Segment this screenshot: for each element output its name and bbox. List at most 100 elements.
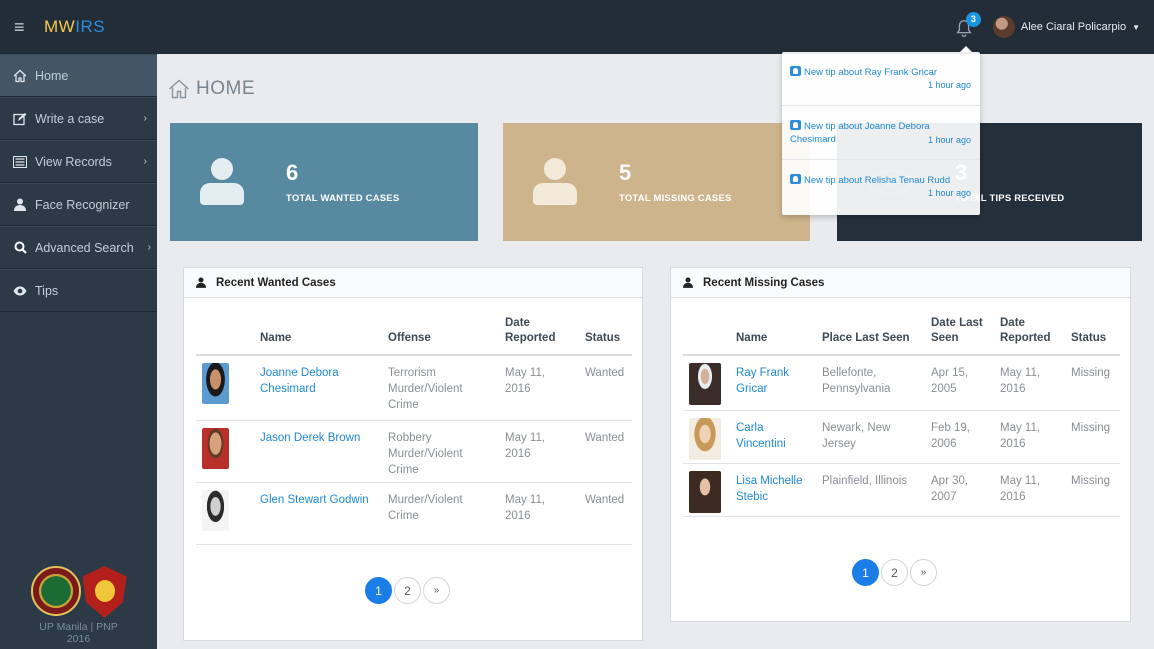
case-status: Wanted bbox=[579, 355, 632, 421]
table-header-row: Name Place Last Seen Date Last Seen Date… bbox=[683, 316, 1120, 356]
notification-item[interactable]: New tip about Joanne Debora Chesimard 1 … bbox=[782, 106, 980, 160]
case-offense: Terrorism Murder/Violent Crime bbox=[382, 355, 499, 421]
notification-text: New tip about Joanne Debora Chesimard bbox=[790, 121, 930, 145]
case-date-last-seen: Apr 15, 2005 bbox=[925, 355, 994, 411]
table-row[interactable]: Lisa Michelle Stebic Plainfield, Illinoi… bbox=[683, 463, 1120, 517]
column-header-status[interactable]: Status bbox=[1065, 316, 1120, 356]
sidebar-item-view-records[interactable]: View Records › bbox=[0, 140, 157, 183]
sidebar-item-write-a-case[interactable]: Write a case › bbox=[0, 97, 157, 140]
sidebar-item-label: Home bbox=[35, 68, 69, 83]
table-row[interactable]: Joanne Debora Chesimard Terrorism Murder… bbox=[196, 355, 632, 421]
case-name-link[interactable]: Joanne Debora Chesimard bbox=[254, 355, 382, 421]
panel-title: Recent Missing Cases bbox=[703, 276, 825, 289]
user-name[interactable]: Alee Ciaral Policarpio bbox=[1021, 21, 1126, 33]
column-header-offense[interactable]: Offense bbox=[382, 316, 499, 356]
page-button-2[interactable]: 2 bbox=[394, 577, 421, 604]
user-avatar[interactable] bbox=[992, 16, 1015, 38]
caret-down-icon[interactable]: ▼ bbox=[1132, 23, 1140, 32]
notification-item[interactable]: New tip about Ray Frank Gricar 1 hour ag… bbox=[782, 52, 980, 106]
case-name-link[interactable]: Jason Derek Brown bbox=[254, 420, 382, 483]
column-header-status[interactable]: Status bbox=[579, 316, 632, 356]
sidebar-item-home[interactable]: Home bbox=[0, 54, 157, 97]
missing-person-photo[interactable] bbox=[689, 363, 721, 405]
missing-pagination: 1 2 » bbox=[852, 559, 937, 586]
case-name-link[interactable]: Ray Frank Gricar bbox=[730, 355, 816, 411]
wanted-count: 6 bbox=[286, 160, 299, 185]
chevron-right-icon: › bbox=[147, 242, 151, 253]
user-icon bbox=[12, 198, 28, 212]
case-status: Missing bbox=[1065, 355, 1120, 411]
sidebar-item-face-recognizer[interactable]: Face Recognizer bbox=[0, 183, 157, 226]
page-button-1[interactable]: 1 bbox=[852, 559, 879, 586]
case-date-reported: May 11, 2016 bbox=[994, 463, 1065, 517]
recent-missing-panel: Recent Missing Cases Name Place Last See… bbox=[670, 267, 1131, 622]
missing-count: 5 bbox=[619, 160, 632, 185]
table-row[interactable]: Carla Vincentini Newark, New Jersey Feb … bbox=[683, 410, 1120, 464]
column-header-name[interactable]: Name bbox=[730, 316, 816, 356]
column-header-name[interactable]: Name bbox=[254, 316, 382, 356]
column-header-date-reported[interactable]: Date Reported bbox=[499, 316, 579, 356]
case-date-reported: May 11, 2016 bbox=[994, 410, 1065, 464]
case-name-link[interactable]: Glen Stewart Godwin bbox=[254, 482, 382, 545]
case-date-reported: May 11, 2016 bbox=[499, 355, 579, 421]
user-icon bbox=[200, 158, 244, 206]
sidebar-item-tips[interactable]: Tips bbox=[0, 269, 157, 312]
notifications-bell[interactable]: 3 bbox=[953, 12, 981, 40]
brand-logo[interactable]: MWIRS bbox=[44, 17, 105, 37]
stat-card-missing[interactable]: 5 TOTAL MISSING CASES bbox=[503, 123, 810, 241]
case-name-link[interactable]: Carla Vincentini bbox=[730, 410, 816, 464]
page-button-2[interactable]: 2 bbox=[881, 559, 908, 586]
sidebar-item-label: Tips bbox=[35, 283, 59, 298]
sidebar-item-label: View Records bbox=[35, 154, 112, 169]
chevron-right-icon: › bbox=[143, 156, 147, 167]
footer-org-text: UP Manila | PNP bbox=[39, 621, 118, 633]
case-name-link[interactable]: Lisa Michelle Stebic bbox=[730, 463, 816, 517]
notification-count-badge: 3 bbox=[965, 12, 981, 27]
panel-header: Recent Wanted Cases bbox=[184, 268, 642, 298]
column-header-date-last-seen[interactable]: Date Last Seen bbox=[925, 316, 994, 356]
column-header-place-last-seen[interactable]: Place Last Seen bbox=[816, 316, 925, 356]
notifications-dropdown: New tip about Ray Frank Gricar 1 hour ag… bbox=[782, 46, 980, 215]
sidebar: Home Write a case › View Records › Face … bbox=[0, 54, 157, 649]
user-icon bbox=[790, 120, 801, 130]
user-icon bbox=[196, 277, 206, 288]
table-row[interactable]: Glen Stewart Godwin Murder/Violent Crime… bbox=[196, 482, 632, 545]
suspect-photo[interactable] bbox=[202, 489, 229, 531]
case-date-reported: May 11, 2016 bbox=[499, 420, 579, 483]
column-header-date-reported[interactable]: Date Reported bbox=[994, 316, 1065, 356]
page-title-text: HOME bbox=[196, 78, 255, 99]
footer-year-text: 2016 bbox=[66, 633, 91, 645]
sidebar-item-label: Advanced Search bbox=[35, 240, 134, 255]
user-area: 3 Alee Ciaral Policarpio ▼ bbox=[953, 0, 1140, 54]
table-row[interactable]: Ray Frank Gricar Bellefonte, Pennsylvani… bbox=[683, 355, 1120, 411]
notification-item[interactable]: New tip about Relisha Tenau Rudd 1 hour … bbox=[782, 160, 980, 214]
stat-card-wanted[interactable]: 6 TOTAL WANTED CASES bbox=[170, 123, 478, 241]
search-icon bbox=[12, 241, 28, 255]
case-status: Wanted bbox=[579, 420, 632, 483]
missing-person-photo[interactable] bbox=[689, 470, 721, 513]
table-row[interactable]: Jason Derek Brown Robbery Murder/Violent… bbox=[196, 420, 632, 483]
missing-person-photo[interactable] bbox=[689, 417, 721, 460]
home-icon bbox=[169, 79, 189, 99]
notification-time: 1 hour ago bbox=[927, 188, 971, 198]
missing-label: TOTAL MISSING CASES bbox=[619, 193, 732, 204]
next-page-button[interactable]: » bbox=[423, 577, 450, 604]
page-button-1[interactable]: 1 bbox=[365, 577, 392, 604]
brand-part-1: MW bbox=[44, 17, 76, 36]
sidebar-footer: UP Manila | PNP 2016 bbox=[0, 566, 157, 649]
home-icon bbox=[12, 69, 28, 83]
recent-wanted-panel: Recent Wanted Cases Name Offense Date Re… bbox=[183, 267, 643, 641]
pnp-badge-logo bbox=[82, 566, 127, 618]
notification-text: New tip about Relisha Tenau Rudd bbox=[804, 175, 951, 186]
sidebar-item-advanced-search[interactable]: Advanced Search › bbox=[0, 226, 157, 269]
sidebar-item-label: Write a case bbox=[35, 111, 105, 126]
edit-icon bbox=[12, 112, 28, 126]
next-page-button[interactable]: » bbox=[910, 559, 937, 586]
suspect-photo[interactable] bbox=[202, 427, 229, 469]
up-manila-seal-logo bbox=[30, 566, 81, 616]
case-date-last-seen: Feb 19, 2006 bbox=[925, 410, 994, 464]
missing-table: Name Place Last Seen Date Last Seen Date… bbox=[683, 316, 1120, 517]
user-icon bbox=[533, 158, 577, 206]
suspect-photo[interactable] bbox=[202, 363, 229, 404]
menu-toggle-icon[interactable]: ≡ bbox=[14, 17, 34, 38]
